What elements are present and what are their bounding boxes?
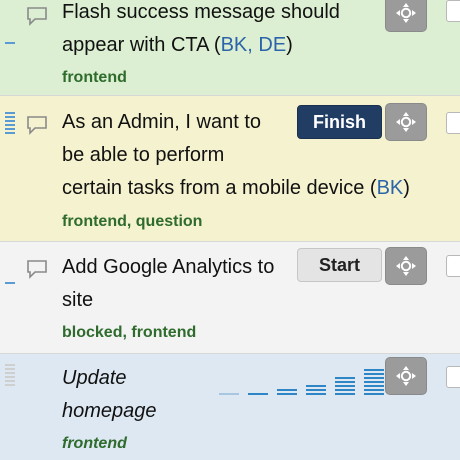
estimate-bar xyxy=(335,385,355,387)
estimate-bar xyxy=(219,393,239,395)
move-icon xyxy=(396,112,416,132)
estimate-bar xyxy=(306,385,326,387)
estimate-bar xyxy=(364,389,384,391)
move-button[interactable] xyxy=(385,357,427,395)
estimate-bar xyxy=(248,393,268,395)
label-tag[interactable]: blocked xyxy=(62,324,122,341)
estimate-option-5[interactable] xyxy=(335,375,355,395)
estimate-bar xyxy=(335,393,355,395)
estimate-bar xyxy=(335,377,355,379)
estimate-option-3[interactable] xyxy=(306,383,326,395)
point-indicator xyxy=(5,364,15,388)
estimate-bar xyxy=(364,377,384,379)
story-checkbox[interactable] xyxy=(446,112,460,134)
estimate-bar xyxy=(364,381,384,383)
label-tag[interactable]: frontend xyxy=(131,324,196,341)
story-row[interactable]: Flash success message should appear with… xyxy=(0,0,460,96)
story-labels: blocked, frontend xyxy=(62,324,197,341)
estimate-bar xyxy=(306,393,326,395)
story-owners[interactable]: BK, DE xyxy=(221,34,287,56)
move-button[interactable] xyxy=(385,0,427,32)
estimate-bar xyxy=(364,385,384,387)
estimate-bar xyxy=(364,373,384,375)
estimate-option-0[interactable] xyxy=(219,391,239,395)
story-owners[interactable]: BK xyxy=(377,177,404,199)
estimate-bar xyxy=(335,381,355,383)
estimate-option-8[interactable] xyxy=(364,367,384,395)
comment-icon[interactable] xyxy=(26,115,48,135)
point-indicator xyxy=(5,42,15,46)
finish-button[interactable]: Finish xyxy=(297,105,382,139)
estimate-option-2[interactable] xyxy=(277,387,297,395)
label-tag[interactable]: question xyxy=(136,213,203,230)
estimate-bar xyxy=(306,389,326,391)
estimate-bar xyxy=(277,389,297,391)
move-button[interactable] xyxy=(385,103,427,141)
estimate-options xyxy=(219,363,384,395)
story-checkbox[interactable] xyxy=(446,255,460,277)
estimate-option-1[interactable] xyxy=(248,391,268,395)
move-icon xyxy=(396,366,416,386)
story-title[interactable]: Add Google Analytics to site xyxy=(62,251,274,317)
move-icon xyxy=(396,3,416,23)
point-indicator xyxy=(5,282,15,286)
estimate-bar xyxy=(335,389,355,391)
move-icon xyxy=(396,256,416,276)
start-button[interactable]: Start xyxy=(297,248,382,282)
estimate-bar xyxy=(364,393,384,395)
label-tag[interactable]: frontend xyxy=(62,435,127,452)
point-indicator xyxy=(5,112,15,136)
move-button[interactable] xyxy=(385,247,427,285)
label-tag[interactable]: frontend xyxy=(62,213,127,230)
story-labels: frontend xyxy=(62,69,127,87)
story-checkbox[interactable] xyxy=(446,366,460,388)
story-row[interactable]: As an Admin, I want to be able to perfor… xyxy=(0,96,460,242)
story-checkbox[interactable] xyxy=(446,0,460,22)
story-title[interactable]: Flash success message should appear with… xyxy=(62,0,340,62)
story-labels: frontend xyxy=(62,435,127,453)
estimate-bar xyxy=(277,393,297,395)
comment-icon[interactable] xyxy=(26,6,48,26)
story-row[interactable]: Add Google Analytics to site blocked, fr… xyxy=(0,242,460,354)
story-labels: frontend, question xyxy=(62,213,203,230)
story-title[interactable]: Update homepage xyxy=(62,362,157,428)
estimate-bar xyxy=(364,369,384,371)
label-tag[interactable]: frontend xyxy=(62,69,127,86)
comment-icon[interactable] xyxy=(26,259,48,279)
